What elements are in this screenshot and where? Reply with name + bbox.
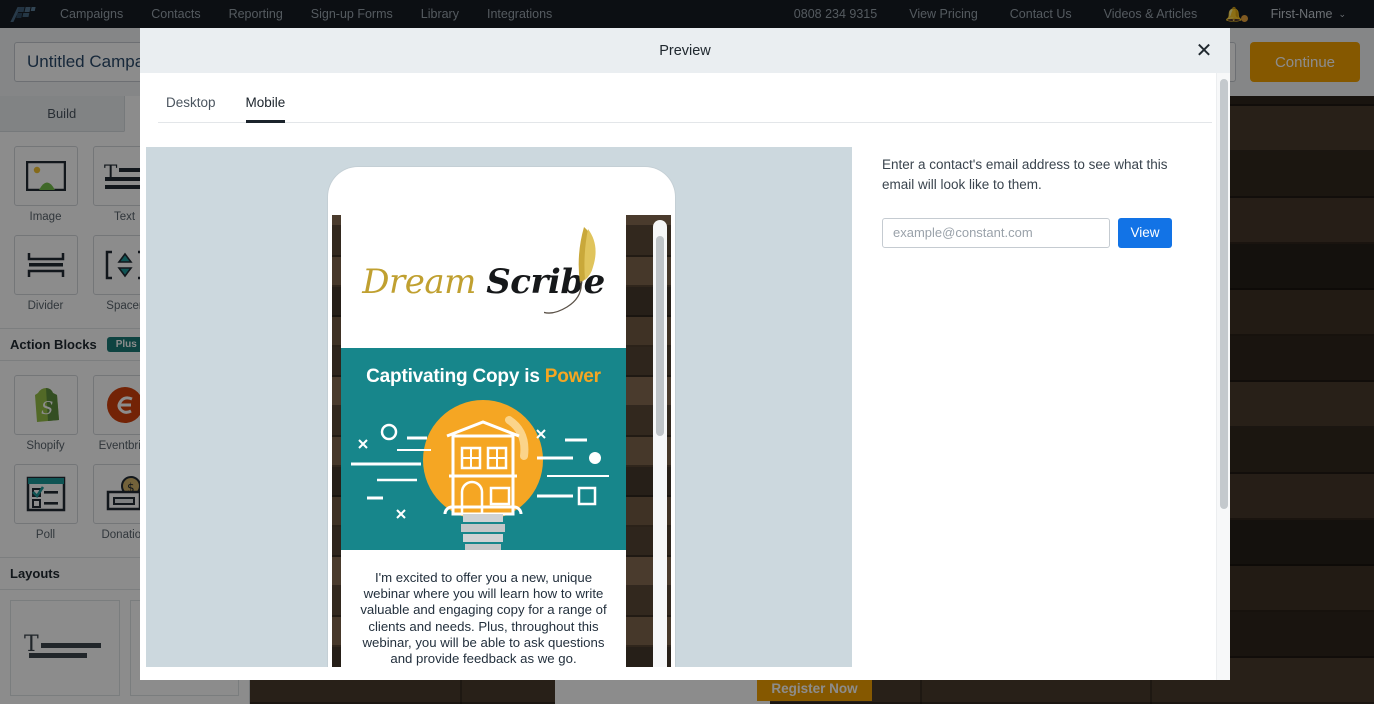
email-preview-content: Dream Scribe Captivating Copy is Power I… — [341, 215, 626, 667]
preview-area: Dream Scribe Captivating Copy is Power I… — [140, 123, 1230, 667]
preview-instructions: Enter a contact's email address to see w… — [882, 157, 1168, 193]
phone-frame: Dream Scribe Captivating Copy is Power I… — [328, 167, 675, 667]
close-icon[interactable]: ✕ — [1192, 39, 1216, 63]
view-button[interactable]: View — [1118, 217, 1172, 248]
preview-modal: Preview ✕ Desktop Mobile Dream Scribe Ca… — [140, 28, 1230, 680]
preview-info-column: Enter a contact's email address to see w… — [852, 147, 1172, 667]
lightbulb-building-illustration — [351, 400, 609, 550]
mobile-preview-stage: Dream Scribe Captivating Copy is Power I… — [146, 147, 852, 667]
email-input[interactable] — [882, 217, 1111, 248]
tab-desktop[interactable]: Desktop — [166, 95, 216, 123]
phone-scrollbar-thumb[interactable] — [656, 236, 664, 436]
modal-title: Preview — [659, 42, 711, 59]
email-logo-block: Dream Scribe — [341, 215, 626, 348]
wordmark-first: Dream — [362, 261, 476, 302]
email-hero-block: Captivating Copy is Power — [341, 348, 626, 550]
feather-quill-icon — [544, 227, 596, 314]
phone-scrollbar-track[interactable] — [653, 220, 667, 667]
modal-header: Preview ✕ — [140, 28, 1230, 73]
hero-heading-plain: Captivating Copy is — [366, 366, 545, 387]
phone-screen: Dream Scribe Captivating Copy is Power I… — [332, 215, 671, 667]
preview-mode-tabs: Desktop Mobile — [158, 73, 1212, 123]
hero-heading-accent: Power — [544, 366, 601, 387]
tab-mobile[interactable]: Mobile — [245, 95, 286, 123]
modal-scrollbar-thumb[interactable] — [1220, 79, 1228, 509]
modal-body: Desktop Mobile Dream Scribe Captivating … — [140, 73, 1230, 680]
email-body-text: I'm excited to offer you a new, unique w… — [341, 550, 626, 667]
hero-heading: Captivating Copy is Power — [341, 366, 626, 388]
modal-scrollbar-track[interactable] — [1216, 73, 1230, 680]
email-lookup-row: View — [882, 217, 1172, 248]
